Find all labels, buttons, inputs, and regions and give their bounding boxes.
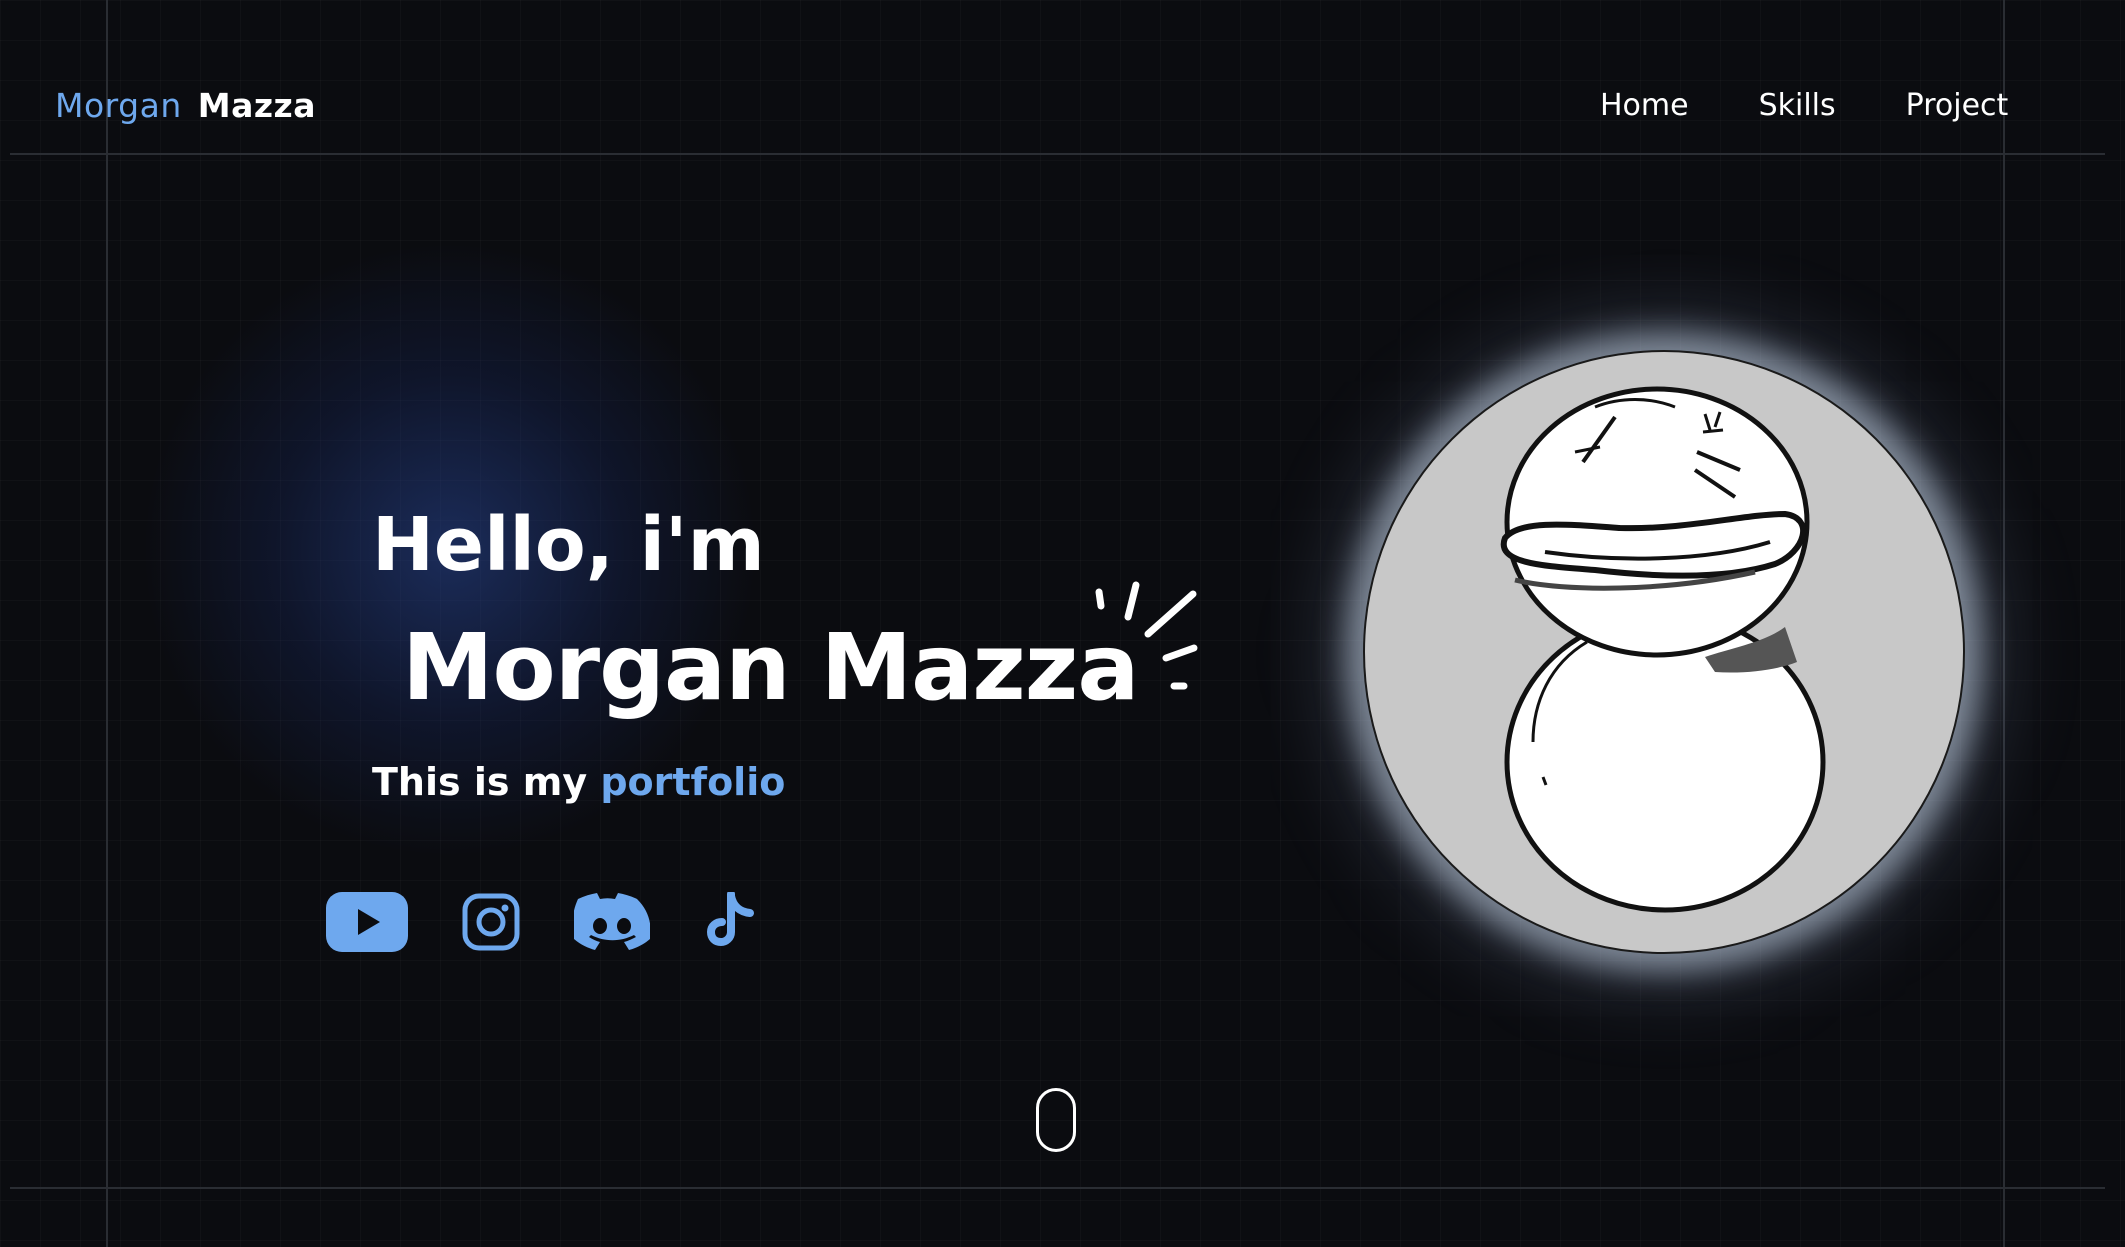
social-links (326, 892, 756, 952)
scroll-down-indicator[interactable] (1036, 1088, 1076, 1152)
sparkle-lines-icon (1095, 581, 1198, 690)
hero-name: Morgan Mazza (402, 614, 1139, 721)
brand-last-name: Mazza (197, 86, 317, 125)
profile-avatar (1363, 350, 1965, 954)
instagram-icon[interactable] (462, 893, 520, 951)
tiktok-icon[interactable] (704, 892, 756, 952)
discord-icon[interactable] (574, 893, 650, 951)
nav-home[interactable]: Home (1600, 88, 1689, 123)
right-guide-line (2003, 0, 2005, 1247)
cartoon-duck-illustration (1500, 386, 1826, 913)
hero-tagline: This is my portfolio (372, 760, 785, 804)
brand-first-name: Morgan (55, 86, 182, 125)
main-nav: Home Skills Project (1600, 88, 2008, 123)
tagline-text: This is my (372, 760, 601, 804)
portfolio-page: Morgan Mazza Home Skills Project Hello, i… (0, 0, 2125, 1247)
header-divider (10, 153, 2105, 155)
youtube-icon[interactable] (326, 892, 408, 952)
brand-logo[interactable]: Morgan Mazza (55, 86, 316, 125)
hero-greeting: Hello, i'm (372, 502, 765, 588)
footer-divider (10, 1187, 2105, 1189)
tagline-highlight: portfolio (600, 760, 786, 804)
nav-skills[interactable]: Skills (1759, 88, 1836, 123)
left-guide-line (106, 0, 108, 1247)
nav-project[interactable]: Project (1906, 88, 2009, 123)
